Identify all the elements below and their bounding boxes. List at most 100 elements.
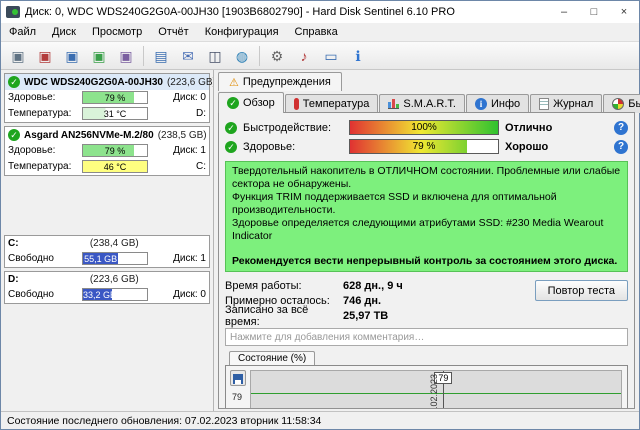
health-help-icon[interactable]: ? <box>614 140 628 154</box>
chart-plot-area: 79 07.02.2023 <box>250 370 622 409</box>
disk-surface-test-icon: ▣ <box>92 49 105 63</box>
tab-performance[interactable]: Быстродействие <box>603 94 640 113</box>
last-update-status: Состояние последнего обновления: 07.02.2… <box>7 415 321 427</box>
stat-lifetime-writes: Записано за всё время: 25,97 TB <box>225 308 535 323</box>
close-button[interactable]: × <box>609 1 639 23</box>
partition-item-d[interactable]: D: (223,6 GB) Свободно 33,2 GB Диск: 0 <box>4 271 210 304</box>
status-line: Здоровье определяется следующими атрибут… <box>232 217 621 243</box>
health-value: 79 % <box>83 145 147 156</box>
bar-chart-icon <box>388 99 399 109</box>
partition-item-c[interactable]: C: (238,4 GB) Свободно 55,1 GB Диск: 1 <box>4 235 210 268</box>
app-window: Диск: 0, WDC WDS240G2G0A-00JH30 [1903B68… <box>0 0 640 430</box>
health-ok-icon: ✓ <box>8 76 20 88</box>
report-button[interactable]: ▤ <box>148 44 174 68</box>
disk-name: Asgard AN256NVMe-M.2/80 <box>24 130 154 141</box>
sound-icon: ♪ <box>301 49 308 63</box>
statusbar: Состояние последнего обновления: 07.02.2… <box>1 411 639 429</box>
minimize-button[interactable]: – <box>549 1 579 23</box>
check-icon: ✓ <box>227 97 239 109</box>
disk-item-0[interactable]: ✓ WDC WDS240G2G0A-00JH30 (223,6 GB) Здор… <box>4 73 210 123</box>
health-percent: 79 % <box>350 140 498 153</box>
disk-size: (223,6 GB) <box>167 77 214 88</box>
disk-item-1[interactable]: ✓ Asgard AN256NVMe-M.2/80 (238,5 GB) Здо… <box>4 126 210 176</box>
remote-monitor-button[interactable]: ▭ <box>318 44 344 68</box>
online-status-button[interactable]: ◍ <box>229 44 255 68</box>
gauge-icon <box>612 98 624 110</box>
save-icon <box>233 374 243 384</box>
health-ok-icon: ✓ <box>8 129 20 141</box>
tab-log[interactable]: Журнал <box>530 94 602 113</box>
menu-file[interactable]: Файл <box>1 23 44 42</box>
y-axis-tick: 79 <box>232 392 242 402</box>
recommendation-line: Рекомендуется вести непрерывный контроль… <box>232 255 621 268</box>
window-title: Диск: 0, WDC WDS240G2G0A-00JH30 [1903B68… <box>25 6 549 18</box>
globe-icon: ◍ <box>236 49 248 63</box>
email-report-button[interactable]: ✉ <box>175 44 201 68</box>
titlebar[interactable]: Диск: 0, WDC WDS240G2G0A-00JH30 [1903B68… <box>1 1 639 23</box>
maximize-button[interactable]: □ <box>579 1 609 23</box>
partition-name: C: <box>8 238 19 249</box>
disk-number: Диск: 1 <box>173 145 206 156</box>
tab-warnings[interactable]: ⚠ Предупреждения <box>218 72 342 91</box>
tab-temperature[interactable]: Температура <box>285 94 379 113</box>
alert-sound-button[interactable]: ♪ <box>291 44 317 68</box>
status-line: Функция TRIM поддерживается SSD и включе… <box>232 191 621 217</box>
disk-temperature-button[interactable]: ▣ <box>32 44 58 68</box>
status-chart-section: Состояние (%) 79 79 07.02.2023 <box>225 351 628 403</box>
status-line: Твердотельный накопитель в ОТЛИЧНОМ сост… <box>232 165 621 191</box>
settings-button[interactable]: ⚙ <box>264 44 290 68</box>
chart-tab[interactable]: Состояние (%) <box>229 351 315 365</box>
disk-smart-button[interactable]: ▣ <box>59 44 85 68</box>
save-icon: ◫ <box>208 49 221 63</box>
menu-report[interactable]: Отчёт <box>150 23 196 42</box>
disk-number: Диск: 1 <box>173 253 206 264</box>
gear-icon: ⚙ <box>271 49 284 63</box>
tab-label: S.M.A.R.T. <box>403 98 456 110</box>
x-axis-date-label: 07.02.2023 <box>429 374 439 409</box>
performance-bar: 100% <box>349 120 499 135</box>
comment-input[interactable] <box>225 328 628 346</box>
free-space-bar: 55,1 GB <box>82 252 148 265</box>
health-row: ✓ Здоровье: 79 % Хорошо ? <box>225 137 628 156</box>
status-chart[interactable]: 79 79 07.02.2023 <box>225 365 628 409</box>
menu-view[interactable]: Просмотр <box>84 23 150 42</box>
menu-disk[interactable]: Диск <box>44 23 84 42</box>
stat-value: 746 дн. <box>343 295 381 307</box>
partition-name: D: <box>8 274 19 285</box>
retest-button[interactable]: Повтор теста <box>535 280 628 301</box>
disk-temperature-icon: ▣ <box>38 49 51 63</box>
tab-smart[interactable]: S.M.A.R.T. <box>379 94 465 113</box>
health-bar: 79 % <box>349 139 499 154</box>
disk-control-button[interactable]: ▣ <box>113 44 139 68</box>
stat-power-on-time: Время работы: 628 дн., 9 ч <box>225 278 535 293</box>
health-status: Хорошо <box>505 141 548 153</box>
free-space-bar: 33,2 GB <box>82 288 148 301</box>
tab-label: Журнал <box>553 98 593 110</box>
save-report-button[interactable]: ◫ <box>202 44 228 68</box>
save-chart-button[interactable] <box>230 370 246 386</box>
health-label: Здоровье: <box>8 92 78 103</box>
tab-info[interactable]: Инфо <box>466 94 529 113</box>
health-value: 79 % <box>83 92 147 103</box>
about-button[interactable]: ℹ <box>345 44 371 68</box>
temperature-label: Температура: <box>8 108 78 119</box>
partition-size: (238,4 GB) <box>90 238 139 249</box>
menu-configuration[interactable]: Конфигурация <box>197 23 287 42</box>
disk-name: WDC WDS240G2G0A-00JH30 <box>24 77 163 88</box>
stat-label: Записано за всё время: <box>225 304 343 328</box>
performance-row: ✓ Быстродействие: 100% Отлично ? <box>225 118 628 137</box>
free-space-value: 55,1 GB <box>83 253 118 264</box>
email-icon: ✉ <box>182 49 194 63</box>
disk-size: (238,5 GB) <box>158 130 207 141</box>
disk-overview-button[interactable]: ▣ <box>5 44 31 68</box>
tab-overview[interactable]: ✓ Обзор <box>218 92 284 113</box>
disk-surface-test-button[interactable]: ▣ <box>86 44 112 68</box>
free-label: Свободно <box>8 253 78 264</box>
sidebar-spacer <box>4 179 210 235</box>
performance-help-icon[interactable]: ? <box>614 121 628 135</box>
document-icon <box>539 98 549 110</box>
menu-help[interactable]: Справка <box>287 23 346 42</box>
toolbar: ▣ ▣ ▣ ▣ ▣ ▤ ✉ ◫ ◍ ⚙ ♪ ▭ ℹ <box>1 42 639 70</box>
disk-number: Диск: 0 <box>173 92 206 103</box>
free-label: Свободно <box>8 289 78 300</box>
